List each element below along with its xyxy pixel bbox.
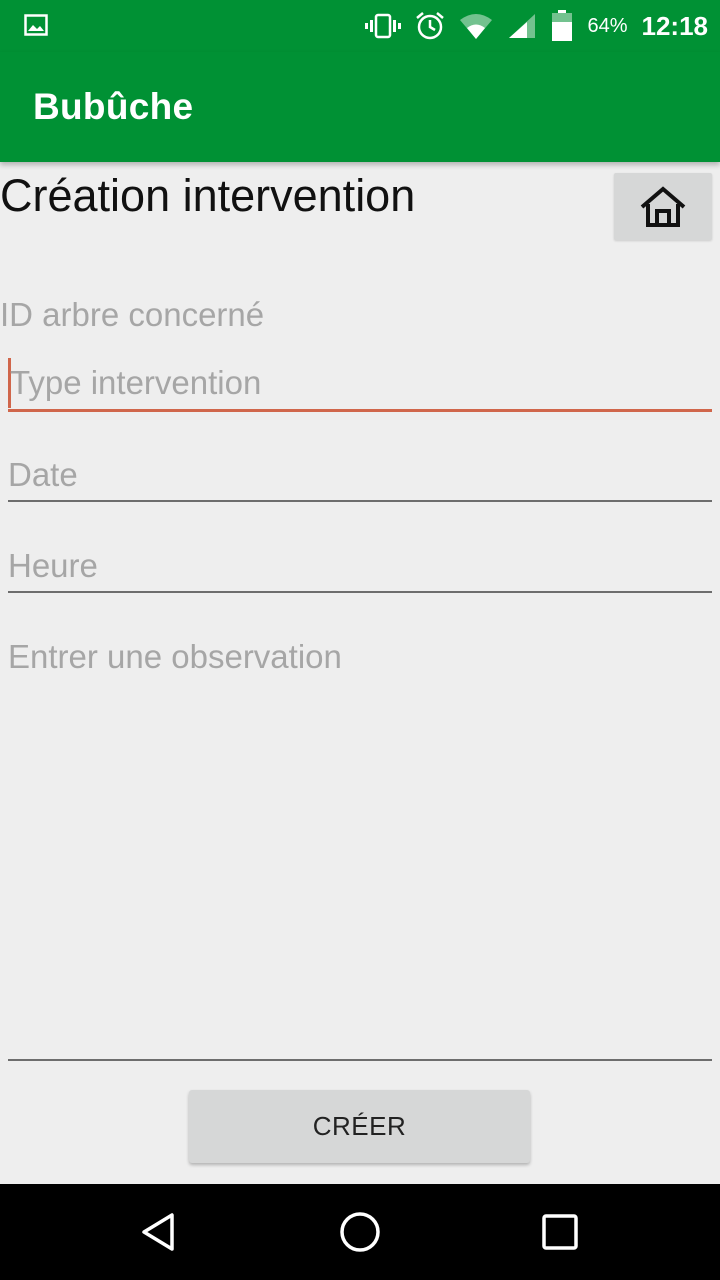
time-underline [8,591,712,593]
app-bar: Bubûche [0,52,720,162]
home-icon [640,185,686,227]
app-title: Bubûche [33,86,194,127]
back-icon[interactable] [136,1208,184,1256]
wifi-icon [460,14,493,39]
status-bar: 64% 12:18 [0,0,720,52]
observation-placeholder: Entrer une observation [8,638,342,675]
alarm-icon [416,12,445,40]
home-button[interactable] [614,173,712,240]
clock: 12:18 [641,10,709,41]
status-icons: 64% 12:18 [351,0,708,52]
gallery-icon [24,14,48,36]
date-field[interactable]: Date [8,448,712,504]
observation-underline [8,1059,712,1061]
vibrate-icon [365,13,402,39]
home-circle-icon[interactable] [336,1208,384,1256]
recents-icon[interactable] [536,1208,584,1256]
date-placeholder: Date [8,456,78,493]
navigation-bar [0,1184,720,1280]
battery-icon [552,10,573,41]
date-underline [8,500,712,502]
observation-field[interactable]: Entrer une observation [8,630,712,1062]
type-intervention-underline [8,409,712,412]
tree-id-label: ID arbre concerné [0,296,265,333]
type-intervention-field[interactable]: Type intervention [8,356,712,414]
signal-icon [509,14,536,38]
time-field[interactable]: Heure [8,540,712,596]
create-button[interactable]: CRÉER [189,1090,530,1163]
type-intervention-placeholder: Type intervention [10,364,262,401]
page-title: Création intervention [0,170,416,221]
battery-percent: 64% [587,14,628,37]
time-placeholder: Heure [8,547,98,584]
